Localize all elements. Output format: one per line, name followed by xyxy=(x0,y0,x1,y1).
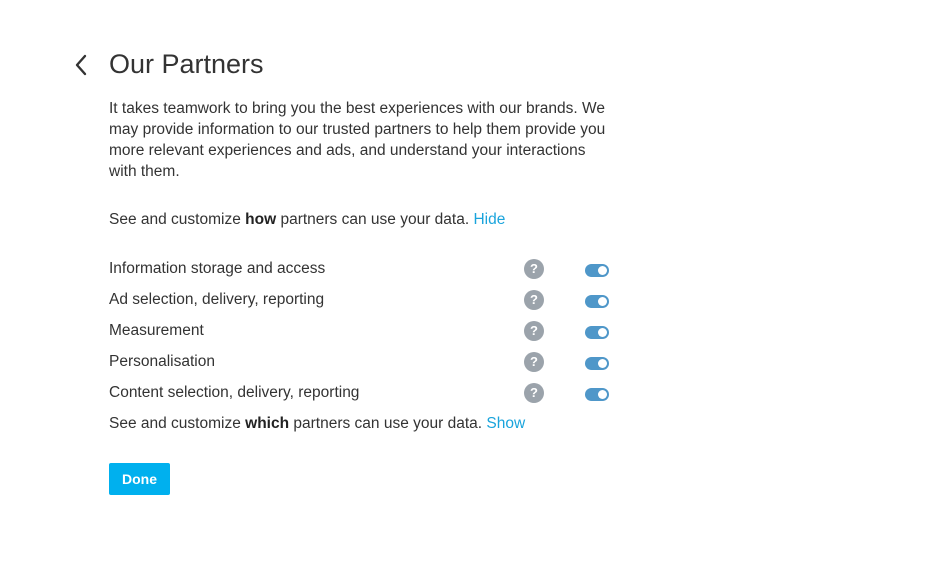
purpose-label: Measurement xyxy=(109,322,204,339)
toggle-knob xyxy=(598,297,607,306)
intro-text: It takes teamwork to bring you the best … xyxy=(109,100,606,180)
purpose-toggle[interactable] xyxy=(585,357,609,370)
help-icon[interactable]: ? xyxy=(524,352,544,372)
customize-which-prefix: See and customize xyxy=(109,415,246,432)
purpose-row: Measurement ? xyxy=(109,317,619,348)
show-link[interactable]: Show xyxy=(486,415,525,432)
purpose-toggle[interactable] xyxy=(585,388,609,401)
purpose-label: Information storage and access xyxy=(109,260,326,277)
help-icon[interactable]: ? xyxy=(524,383,544,403)
purpose-row: Information storage and access ? xyxy=(109,255,619,286)
customize-how-bold: how xyxy=(245,211,277,228)
purposes-list: Information storage and access ? Ad sele… xyxy=(109,255,619,410)
purpose-label: Content selection, delivery, reporting xyxy=(109,384,360,401)
purpose-toggle[interactable] xyxy=(585,264,609,277)
toggle-knob xyxy=(598,328,607,337)
toggle-knob xyxy=(598,390,607,399)
back-button[interactable] xyxy=(70,53,92,77)
purpose-toggle[interactable] xyxy=(585,326,609,339)
customize-which-line: See and customize which partners can use… xyxy=(109,414,525,434)
purpose-label: Personalisation xyxy=(109,353,215,370)
purpose-row: Personalisation ? xyxy=(109,348,619,379)
help-icon[interactable]: ? xyxy=(524,321,544,341)
page-title: Our Partners xyxy=(109,49,264,79)
purpose-toggle[interactable] xyxy=(585,295,609,308)
done-button[interactable]: Done xyxy=(109,463,170,495)
partners-dialog: Our Partners It takes teamwork to bring … xyxy=(0,0,931,572)
help-icon[interactable]: ? xyxy=(524,290,544,310)
customize-how-suffix: partners can use your data. xyxy=(276,211,474,228)
purpose-row: Content selection, delivery, reporting ? xyxy=(109,379,619,410)
purpose-label: Ad selection, delivery, reporting xyxy=(109,291,325,308)
toggle-knob xyxy=(598,359,607,368)
customize-how-prefix: See and customize xyxy=(109,211,246,228)
toggle-knob xyxy=(598,266,607,275)
help-icon[interactable]: ? xyxy=(524,259,544,279)
chevron-left-icon xyxy=(75,54,87,76)
hide-link[interactable]: Hide xyxy=(473,211,505,228)
purpose-row: Ad selection, delivery, reporting ? xyxy=(109,286,619,317)
customize-which-bold: which xyxy=(245,415,290,432)
customize-which-suffix: partners can use your data. xyxy=(289,415,487,432)
customize-how-line: See and customize how partners can use y… xyxy=(109,210,505,230)
